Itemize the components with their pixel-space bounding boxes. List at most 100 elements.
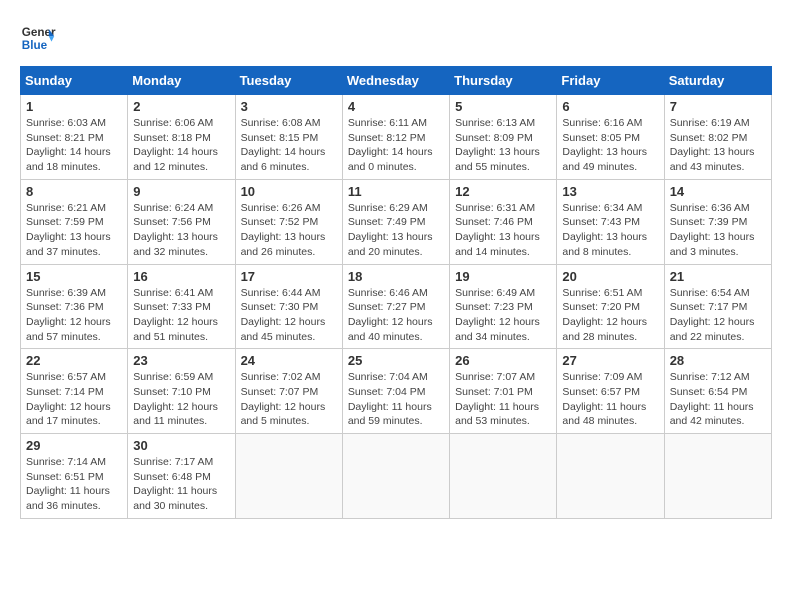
day-info: Sunrise: 7:14 AM Sunset: 6:51 PM Dayligh… [26,455,122,514]
calendar-cell: 13 Sunrise: 6:34 AM Sunset: 7:43 PM Dayli… [557,179,664,264]
day-number: 21 [670,269,766,284]
day-number: 26 [455,353,551,368]
day-info: Sunrise: 7:12 AM Sunset: 6:54 PM Dayligh… [670,370,766,429]
day-number: 1 [26,99,122,114]
day-number: 19 [455,269,551,284]
weekday-header-friday: Friday [557,67,664,95]
day-info: Sunrise: 6:06 AM Sunset: 8:18 PM Dayligh… [133,116,229,175]
calendar-cell: 1 Sunrise: 6:03 AM Sunset: 8:21 PM Daylig… [21,95,128,180]
day-number: 30 [133,438,229,453]
day-number: 16 [133,269,229,284]
day-info: Sunrise: 6:08 AM Sunset: 8:15 PM Dayligh… [241,116,337,175]
calendar-cell [450,434,557,519]
day-number: 24 [241,353,337,368]
calendar-cell: 28 Sunrise: 7:12 AM Sunset: 6:54 PM Dayli… [664,349,771,434]
day-info: Sunrise: 7:04 AM Sunset: 7:04 PM Dayligh… [348,370,444,429]
day-info: Sunrise: 6:54 AM Sunset: 7:17 PM Dayligh… [670,286,766,345]
day-info: Sunrise: 6:39 AM Sunset: 7:36 PM Dayligh… [26,286,122,345]
day-number: 4 [348,99,444,114]
day-info: Sunrise: 6:36 AM Sunset: 7:39 PM Dayligh… [670,201,766,260]
calendar-cell: 6 Sunrise: 6:16 AM Sunset: 8:05 PM Daylig… [557,95,664,180]
day-number: 15 [26,269,122,284]
day-info: Sunrise: 7:17 AM Sunset: 6:48 PM Dayligh… [133,455,229,514]
day-number: 14 [670,184,766,199]
day-number: 9 [133,184,229,199]
calendar-table: SundayMondayTuesdayWednesdayThursdayFrid… [20,66,772,519]
calendar-cell: 24 Sunrise: 7:02 AM Sunset: 7:07 PM Dayli… [235,349,342,434]
calendar-cell: 9 Sunrise: 6:24 AM Sunset: 7:56 PM Daylig… [128,179,235,264]
calendar-cell [342,434,449,519]
day-info: Sunrise: 7:07 AM Sunset: 7:01 PM Dayligh… [455,370,551,429]
day-info: Sunrise: 6:03 AM Sunset: 8:21 PM Dayligh… [26,116,122,175]
calendar-cell: 3 Sunrise: 6:08 AM Sunset: 8:15 PM Daylig… [235,95,342,180]
calendar-cell: 11 Sunrise: 6:29 AM Sunset: 7:49 PM Dayli… [342,179,449,264]
calendar-cell: 15 Sunrise: 6:39 AM Sunset: 7:36 PM Dayli… [21,264,128,349]
day-info: Sunrise: 6:24 AM Sunset: 7:56 PM Dayligh… [133,201,229,260]
calendar-cell: 19 Sunrise: 6:49 AM Sunset: 7:23 PM Dayli… [450,264,557,349]
calendar-cell: 18 Sunrise: 6:46 AM Sunset: 7:27 PM Dayli… [342,264,449,349]
weekday-header-monday: Monday [128,67,235,95]
day-info: Sunrise: 6:13 AM Sunset: 8:09 PM Dayligh… [455,116,551,175]
logo-icon: General Blue [20,20,56,56]
day-number: 11 [348,184,444,199]
day-info: Sunrise: 6:19 AM Sunset: 8:02 PM Dayligh… [670,116,766,175]
calendar-cell: 22 Sunrise: 6:57 AM Sunset: 7:14 PM Dayli… [21,349,128,434]
day-info: Sunrise: 6:31 AM Sunset: 7:46 PM Dayligh… [455,201,551,260]
day-info: Sunrise: 6:49 AM Sunset: 7:23 PM Dayligh… [455,286,551,345]
calendar-cell: 4 Sunrise: 6:11 AM Sunset: 8:12 PM Daylig… [342,95,449,180]
calendar-cell: 21 Sunrise: 6:54 AM Sunset: 7:17 PM Dayli… [664,264,771,349]
calendar-cell: 17 Sunrise: 6:44 AM Sunset: 7:30 PM Dayli… [235,264,342,349]
day-number: 18 [348,269,444,284]
calendar-cell [235,434,342,519]
calendar-cell: 2 Sunrise: 6:06 AM Sunset: 8:18 PM Daylig… [128,95,235,180]
calendar-cell [664,434,771,519]
calendar-cell: 27 Sunrise: 7:09 AM Sunset: 6:57 PM Dayli… [557,349,664,434]
day-number: 23 [133,353,229,368]
calendar-cell: 26 Sunrise: 7:07 AM Sunset: 7:01 PM Dayli… [450,349,557,434]
logo: General Blue [20,20,56,56]
day-number: 12 [455,184,551,199]
day-info: Sunrise: 6:41 AM Sunset: 7:33 PM Dayligh… [133,286,229,345]
day-info: Sunrise: 6:34 AM Sunset: 7:43 PM Dayligh… [562,201,658,260]
day-number: 7 [670,99,766,114]
day-info: Sunrise: 6:21 AM Sunset: 7:59 PM Dayligh… [26,201,122,260]
calendar-cell: 29 Sunrise: 7:14 AM Sunset: 6:51 PM Dayli… [21,434,128,519]
day-number: 20 [562,269,658,284]
calendar-cell: 25Sunrise: 7:04 AM Sunset: 7:04 PM Dayli… [342,349,449,434]
day-info: Sunrise: 6:59 AM Sunset: 7:10 PM Dayligh… [133,370,229,429]
day-info: Sunrise: 7:09 AM Sunset: 6:57 PM Dayligh… [562,370,658,429]
calendar-cell: 8Sunrise: 6:21 AM Sunset: 7:59 PM Daylig… [21,179,128,264]
day-info: Sunrise: 7:02 AM Sunset: 7:07 PM Dayligh… [241,370,337,429]
weekday-header-sunday: Sunday [21,67,128,95]
weekday-header-thursday: Thursday [450,67,557,95]
day-info: Sunrise: 6:26 AM Sunset: 7:52 PM Dayligh… [241,201,337,260]
day-number: 10 [241,184,337,199]
weekday-header-tuesday: Tuesday [235,67,342,95]
calendar-cell: 12 Sunrise: 6:31 AM Sunset: 7:46 PM Dayli… [450,179,557,264]
day-number: 13 [562,184,658,199]
day-number: 6 [562,99,658,114]
day-info: Sunrise: 6:16 AM Sunset: 8:05 PM Dayligh… [562,116,658,175]
weekday-header-saturday: Saturday [664,67,771,95]
day-number: 2 [133,99,229,114]
calendar-cell: 14 Sunrise: 6:36 AM Sunset: 7:39 PM Dayli… [664,179,771,264]
page-header: General Blue [20,20,772,56]
day-number: 22 [26,353,122,368]
weekday-header-wednesday: Wednesday [342,67,449,95]
calendar-cell: 7 Sunrise: 6:19 AM Sunset: 8:02 PM Daylig… [664,95,771,180]
day-number: 3 [241,99,337,114]
day-number: 5 [455,99,551,114]
day-number: 17 [241,269,337,284]
day-number: 28 [670,353,766,368]
day-number: 29 [26,438,122,453]
day-info: Sunrise: 6:29 AM Sunset: 7:49 PM Dayligh… [348,201,444,260]
calendar-cell: 16 Sunrise: 6:41 AM Sunset: 7:33 PM Dayli… [128,264,235,349]
calendar-cell [557,434,664,519]
day-info: Sunrise: 6:11 AM Sunset: 8:12 PM Dayligh… [348,116,444,175]
day-info: Sunrise: 6:44 AM Sunset: 7:30 PM Dayligh… [241,286,337,345]
day-number: 27 [562,353,658,368]
day-info: Sunrise: 6:51 AM Sunset: 7:20 PM Dayligh… [562,286,658,345]
day-info: Sunrise: 6:57 AM Sunset: 7:14 PM Dayligh… [26,370,122,429]
calendar-cell: 30 Sunrise: 7:17 AM Sunset: 6:48 PM Dayli… [128,434,235,519]
day-info: Sunrise: 6:46 AM Sunset: 7:27 PM Dayligh… [348,286,444,345]
